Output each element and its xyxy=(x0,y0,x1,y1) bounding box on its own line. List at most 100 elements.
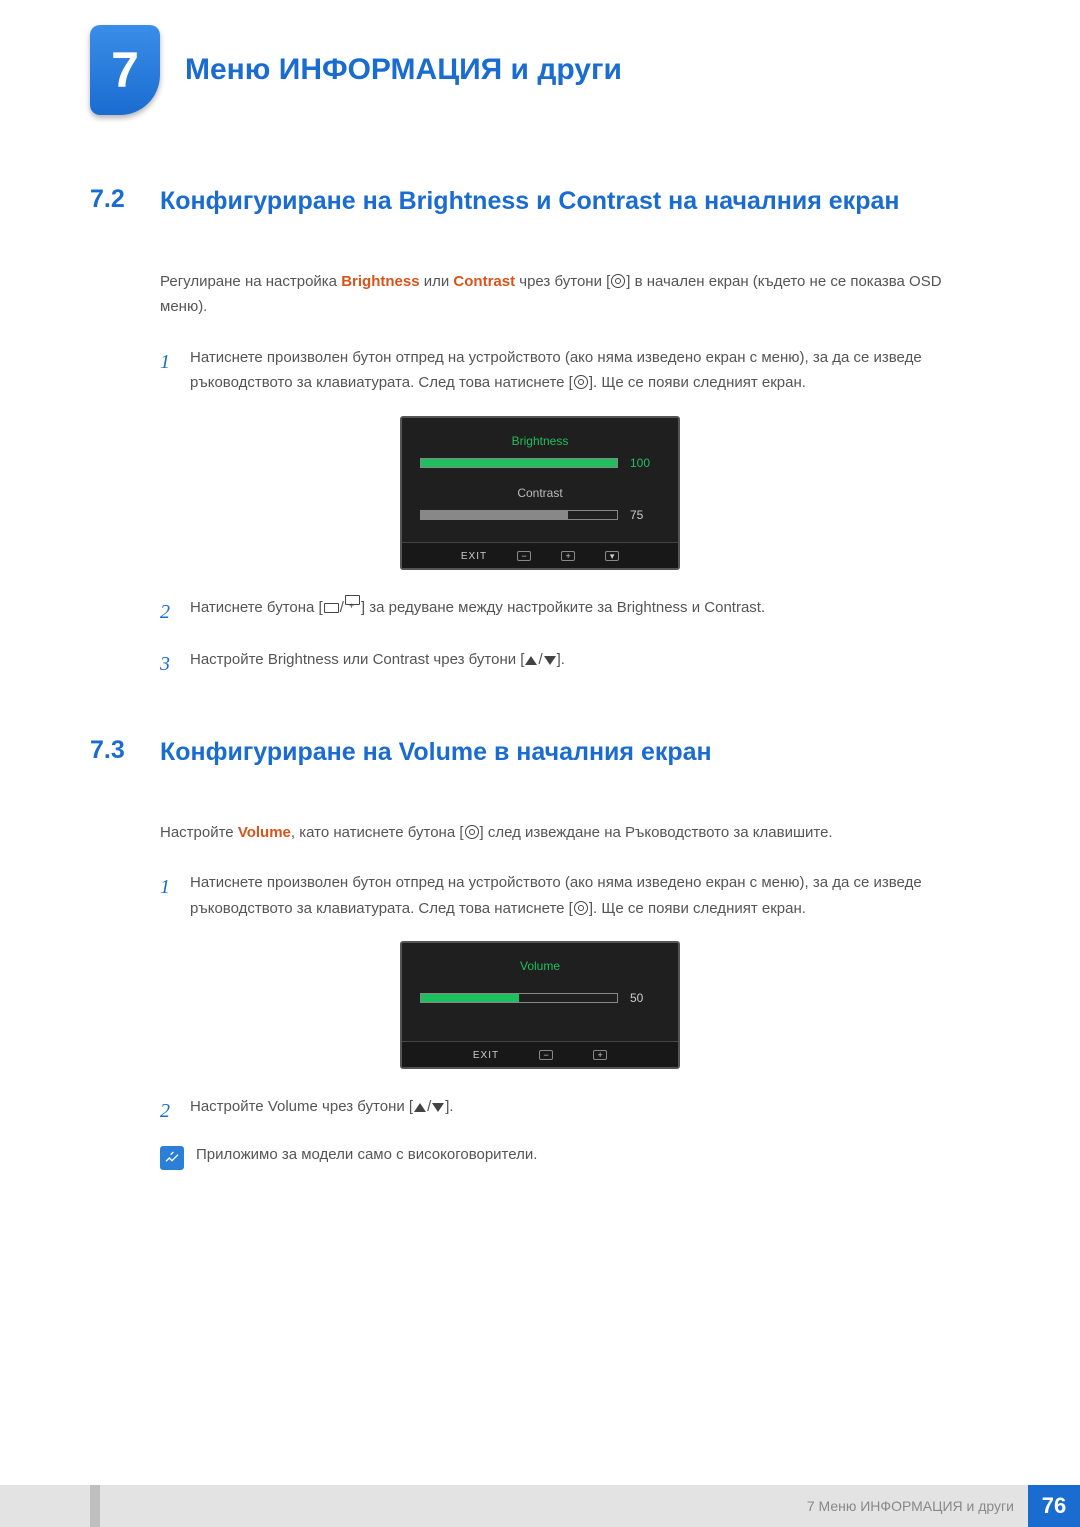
chapter-number-badge: 7 xyxy=(90,25,160,115)
highlight-brightness: Brightness xyxy=(341,273,419,290)
step-1: 1 Натиснете произволен бутон отпред на у… xyxy=(160,870,990,921)
osd-volume-bar xyxy=(420,993,618,1003)
chapter-header: 7 Меню ИНФОРМАЦИЯ и други xyxy=(0,0,1080,120)
highlight-brightness: Brightness xyxy=(617,599,688,616)
plus-icon: + xyxy=(593,1050,607,1060)
page-footer: 7 Меню ИНФОРМАЦИЯ и други 76 xyxy=(0,1485,1080,1527)
osd-footer: EXIT − + ▾ xyxy=(402,542,678,568)
footer-accent-bar xyxy=(90,1485,100,1527)
section-heading: 7.2 Конфигуриране на Brightness и Contra… xyxy=(90,185,990,219)
circle-dot-icon xyxy=(465,825,479,839)
step-number: 1 xyxy=(160,870,190,921)
osd-volume-value: 50 xyxy=(630,991,660,1005)
text: Натиснете произволен бутон отпред на уст… xyxy=(190,349,922,392)
osd-contrast-bar xyxy=(420,510,618,520)
note-text: Приложимо за модели само с високоговорит… xyxy=(196,1146,537,1170)
osd-footer: EXIT − + xyxy=(402,1041,678,1067)
minus-icon: − xyxy=(517,551,531,561)
rect-plus-icon xyxy=(345,595,360,605)
osd-brightness-contrast-panel: Brightness 100 Contrast 75 EXIT − + ▾ xyxy=(400,416,680,570)
osd-brightness-label: Brightness xyxy=(402,434,678,448)
triangle-down-icon xyxy=(432,1103,444,1112)
section-heading: 7.3 Конфигуриране на Volume в началния е… xyxy=(90,736,990,770)
text: Натиснете бутона [ xyxy=(190,599,323,616)
osd-contrast-value: 75 xyxy=(630,508,660,522)
step-number: 2 xyxy=(160,1094,190,1128)
section-number: 7.2 xyxy=(90,185,160,214)
highlight-contrast: Contrast xyxy=(373,651,430,668)
osd-brightness-value: 100 xyxy=(630,456,660,470)
text: или xyxy=(420,273,454,290)
osd-volume-panel: Volume 50 EXIT − + xyxy=(400,941,680,1069)
text: чрез бутони [ xyxy=(318,1098,413,1115)
text: или xyxy=(339,651,373,668)
note-row: Приложимо за модели само с високоговорит… xyxy=(160,1146,990,1170)
highlight-volume: Volume xyxy=(238,824,291,841)
highlight-brightness: Brightness xyxy=(268,651,339,668)
triangle-up-icon xyxy=(525,656,537,665)
text: Настройте xyxy=(190,651,268,668)
circle-dot-icon xyxy=(611,274,625,288)
step-body: Натиснете бутона [/] за редуване между н… xyxy=(190,595,990,629)
text: , като натиснете бутона [ xyxy=(291,824,464,841)
text: Натиснете произволен бутон отпред на уст… xyxy=(190,874,922,917)
step-2: 2 Настройте Volume чрез бутони [/]. xyxy=(160,1094,990,1128)
text: и xyxy=(688,599,705,616)
step-number: 1 xyxy=(160,345,190,396)
intro-paragraph: Регулиране на настройка Brightness или C… xyxy=(160,269,990,320)
steps-list-cont: 2 Настройте Volume чрез бутони [/]. xyxy=(160,1094,990,1128)
step-3: 3 Настройте Brightness или Contrast чрез… xyxy=(160,647,990,681)
text: Настройте xyxy=(190,1098,268,1115)
circle-dot-icon xyxy=(574,901,588,915)
footer-page-number: 76 xyxy=(1028,1485,1080,1527)
rect-icon xyxy=(324,603,339,613)
step-body: Натиснете произволен бутон отпред на уст… xyxy=(190,345,990,396)
note-icon xyxy=(160,1146,184,1170)
osd-exit-label: EXIT xyxy=(473,1050,499,1061)
step-body: Натиснете произволен бутон отпред на уст… xyxy=(190,870,990,921)
steps-list-cont: 2 Натиснете бутона [/] за редуване между… xyxy=(160,595,990,681)
text: . xyxy=(761,599,765,616)
circle-dot-icon xyxy=(574,375,588,389)
plus-icon: + xyxy=(561,551,575,561)
minus-icon: − xyxy=(539,1050,553,1060)
osd-exit-label: EXIT xyxy=(461,551,487,562)
manual-page: 7 Меню ИНФОРМАЦИЯ и други 7.2 Конфигурир… xyxy=(0,0,1080,1527)
text: ]. Ще се появи следният екран. xyxy=(589,900,806,917)
down-icon: ▾ xyxy=(605,551,619,561)
osd-volume-label: Volume xyxy=(402,959,678,973)
triangle-up-icon xyxy=(414,1103,426,1112)
text: ]. xyxy=(557,651,565,668)
text: чрез бутони [ xyxy=(515,273,610,290)
text: ]. xyxy=(445,1098,453,1115)
osd-brightness-row: 100 xyxy=(402,456,678,476)
osd-contrast-label: Contrast xyxy=(402,486,678,500)
step-1: 1 Натиснете произволен бутон отпред на у… xyxy=(160,345,990,396)
step-number: 2 xyxy=(160,595,190,629)
section-7-2: 7.2 Конфигуриране на Brightness и Contra… xyxy=(90,185,990,681)
text: ] след извеждане на Ръководството за кла… xyxy=(480,824,833,841)
triangle-down-icon xyxy=(544,656,556,665)
section-title: Конфигуриране на Brightness и Contrast н… xyxy=(160,185,990,219)
highlight-contrast: Contrast xyxy=(704,599,761,616)
text: Регулиране на настройка xyxy=(160,273,341,290)
intro-paragraph: Настройте Volume, като натиснете бутона … xyxy=(160,820,990,846)
step-number: 3 xyxy=(160,647,190,681)
text: ] за редуване между настройките за xyxy=(361,599,617,616)
footer-chapter-ref: 7 Меню ИНФОРМАЦИЯ и други xyxy=(807,1498,1014,1514)
text: Настройте xyxy=(160,824,238,841)
section-7-3: 7.3 Конфигуриране на Volume в началния е… xyxy=(90,736,990,1170)
chapter-title: Меню ИНФОРМАЦИЯ и други xyxy=(185,53,622,87)
text: ]. Ще се появи следният екран. xyxy=(589,374,806,391)
osd-volume-row: 50 xyxy=(402,991,678,1011)
text: чрез бутони [ xyxy=(429,651,524,668)
step-body: Настройте Brightness или Contrast чрез б… xyxy=(190,647,990,681)
steps-list: 1 Натиснете произволен бутон отпред на у… xyxy=(160,870,990,921)
step-body: Настройте Volume чрез бутони [/]. xyxy=(190,1094,990,1128)
osd-brightness-bar xyxy=(420,458,618,468)
osd-contrast-row: 75 xyxy=(402,508,678,528)
steps-list: 1 Натиснете произволен бутон отпред на у… xyxy=(160,345,990,396)
section-title: Конфигуриране на Volume в началния екран xyxy=(160,736,990,770)
step-2: 2 Натиснете бутона [/] за редуване между… xyxy=(160,595,990,629)
highlight-contrast: Contrast xyxy=(453,273,515,290)
